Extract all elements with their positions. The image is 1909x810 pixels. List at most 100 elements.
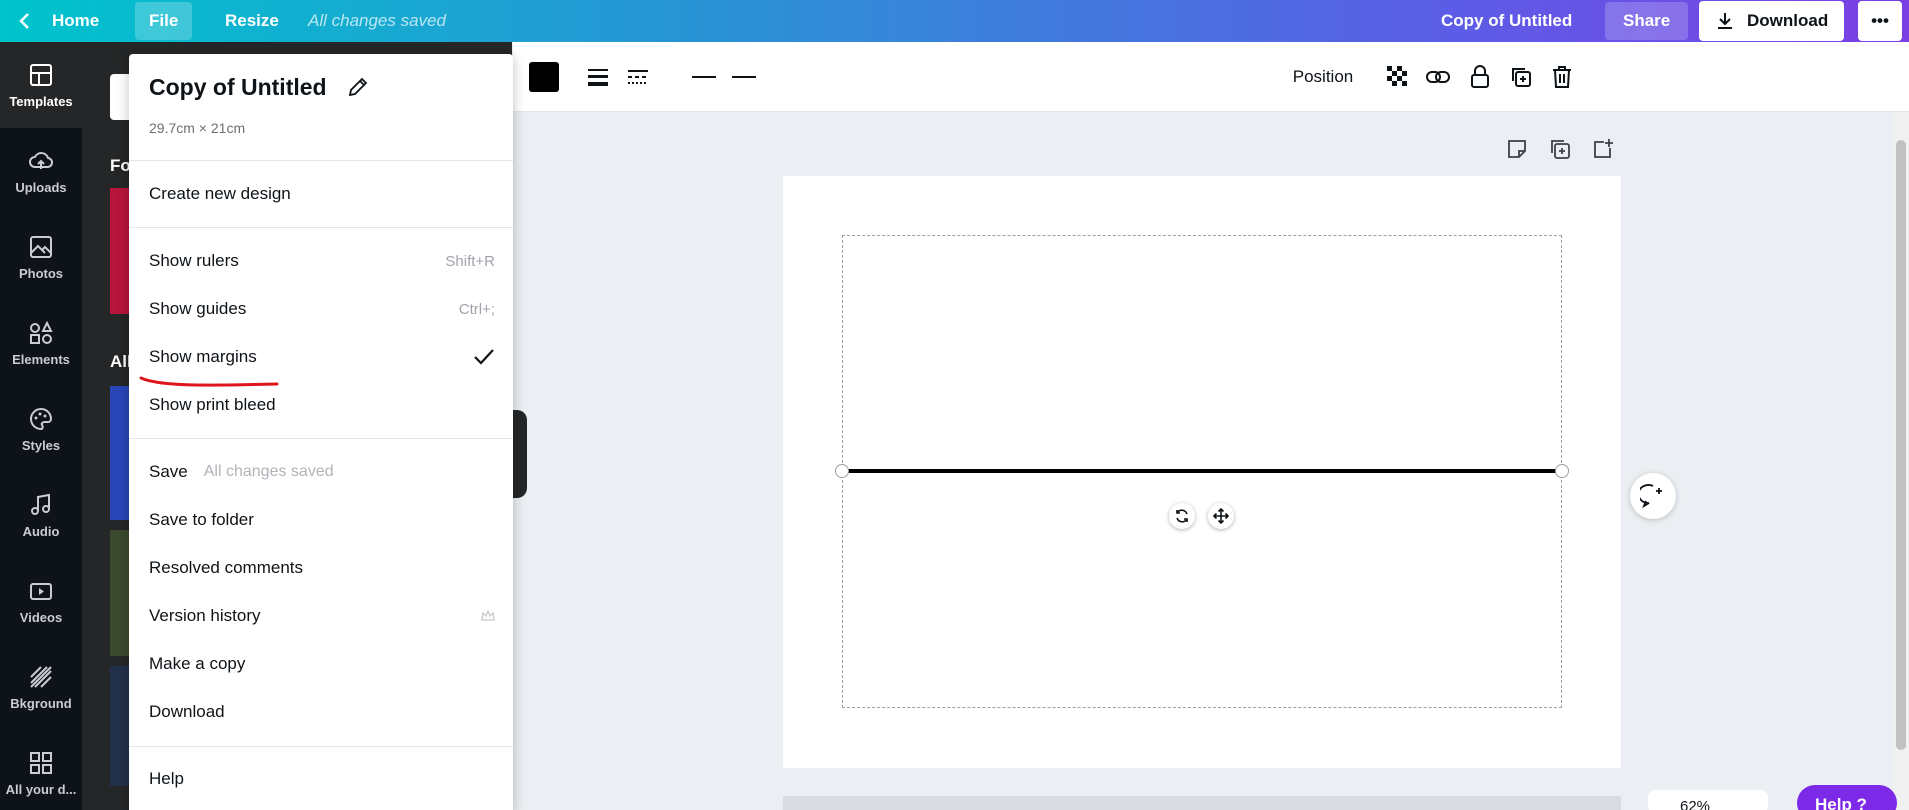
rail-label: Videos <box>19 609 63 625</box>
line-style-button[interactable] <box>623 42 653 112</box>
rail-item-templates[interactable]: Templates <box>0 42 82 128</box>
move-icon <box>1213 508 1229 524</box>
save-to-folder-item[interactable]: Save to folder <box>149 500 495 540</box>
rail-item-styles[interactable]: Styles <box>0 386 82 472</box>
show-margins-item[interactable]: Show margins <box>149 337 495 377</box>
home-button[interactable]: Home <box>18 0 99 42</box>
save-item[interactable]: Save All changes saved <box>149 452 495 492</box>
download-icon <box>1718 13 1732 29</box>
rail-item-videos[interactable]: Videos <box>0 558 82 644</box>
line-end-icon <box>732 76 756 78</box>
palette-icon <box>30 407 53 430</box>
show-guides-item[interactable]: Show guides Ctrl+; <box>149 289 495 329</box>
show-rulers-item[interactable]: Show rulers Shift+R <box>149 241 495 281</box>
rail-label: Templates <box>9 93 73 109</box>
chevron-left-icon <box>19 13 29 29</box>
menu-item-label: Create new design <box>149 184 291 203</box>
line-end-button[interactable] <box>729 42 759 112</box>
help-item[interactable]: Help <box>149 759 495 799</box>
line-start-icon <box>692 76 716 78</box>
show-print-bleed-item[interactable]: Show print bleed <box>149 385 495 425</box>
line-start-button[interactable] <box>689 42 719 112</box>
panel-heading: Fo <box>110 156 131 175</box>
menu-item-label: Show guides <box>149 299 247 318</box>
resize-button[interactable]: Resize <box>225 0 279 42</box>
trash-icon <box>1553 66 1571 88</box>
download-item[interactable]: Download <box>149 692 495 732</box>
properties-toolbar: Position <box>513 42 1909 112</box>
template-thumbnail[interactable] <box>110 530 130 656</box>
line-weight-button[interactable] <box>583 42 613 112</box>
download-label: Download <box>1747 11 1829 30</box>
add-page-button[interactable] <box>1592 138 1614 165</box>
grid-icon <box>30 751 52 774</box>
version-history-item[interactable]: Version history <box>149 596 495 636</box>
duplicate-button[interactable] <box>1506 42 1536 112</box>
line-element[interactable] <box>842 469 1562 473</box>
lock-button[interactable] <box>1465 42 1495 112</box>
template-thumbnail[interactable] <box>110 666 130 786</box>
doc-title[interactable]: Copy of Untitled <box>1441 0 1572 42</box>
menu-item-label: Show print bleed <box>149 395 276 414</box>
crown-icon <box>481 610 495 621</box>
transparency-button[interactable] <box>1383 42 1413 112</box>
template-thumbnail[interactable] <box>110 386 130 520</box>
duplicate-page-button[interactable] <box>1549 138 1571 165</box>
template-thumbnail[interactable] <box>110 188 130 314</box>
rail-item-elements[interactable]: Elements <box>0 300 82 386</box>
rotate-handle[interactable] <box>1169 503 1195 529</box>
background-icon <box>30 665 52 688</box>
vertical-scrollbar[interactable] <box>1893 112 1909 810</box>
page-strip <box>783 796 1621 810</box>
add-comment-button[interactable] <box>1630 473 1676 519</box>
position-button[interactable]: Position <box>1275 42 1371 112</box>
resolved-comments-item[interactable]: Resolved comments <box>149 548 495 588</box>
rail-label: Styles <box>21 437 61 453</box>
link-button[interactable] <box>1423 42 1453 112</box>
file-menu-dropdown: Copy of Untitled 29.7cm × 21cm Create ne… <box>129 54 513 810</box>
menu-item-label: Help <box>149 769 184 788</box>
more-options-button[interactable]: ••• <box>1858 1 1902 41</box>
line-start-handle[interactable] <box>835 464 849 478</box>
make-a-copy-item[interactable]: Make a copy <box>149 644 495 684</box>
download-button[interactable]: Download <box>1699 1 1845 41</box>
color-swatch-button[interactable] <box>527 42 561 112</box>
zoom-control[interactable]: 62% <box>1648 790 1768 810</box>
share-button[interactable]: Share <box>1605 2 1689 40</box>
divider <box>129 160 513 161</box>
create-new-design-item[interactable]: Create new design <box>149 174 495 214</box>
help-button[interactable]: Help ? <box>1797 785 1897 810</box>
save-hint: All changes saved <box>203 463 334 480</box>
rotate-icon <box>1176 509 1188 523</box>
design-title[interactable]: Copy of Untitled <box>149 74 369 101</box>
page-notes-button[interactable] <box>1506 138 1528 165</box>
video-icon <box>30 582 52 600</box>
rail-item-photos[interactable]: Photos <box>0 214 82 300</box>
rail-item-audio[interactable]: Audio <box>0 472 82 558</box>
menu-item-label: Resolved comments <box>149 558 304 577</box>
delete-button[interactable] <box>1547 42 1577 112</box>
scrollbar-thumb[interactable] <box>1896 140 1906 750</box>
rail-item-all-designs[interactable]: All your d... <box>0 730 82 810</box>
design-page[interactable] <box>783 176 1621 768</box>
menu-item-label: Show rulers <box>149 251 239 270</box>
note-icon <box>1508 140 1526 158</box>
link-icon <box>1426 71 1450 83</box>
collapse-panel-handle[interactable] <box>513 410 527 498</box>
image-icon <box>30 235 52 258</box>
rail-label: Photos <box>18 265 64 281</box>
rail-item-uploads[interactable]: Uploads <box>0 128 82 214</box>
home-label: Home <box>52 11 100 30</box>
shapes-icon <box>30 320 53 344</box>
file-menu-button[interactable]: File <box>135 2 193 40</box>
zoom-level: 62% <box>1680 798 1711 810</box>
rail-item-background[interactable]: Bkground <box>0 644 82 730</box>
pencil-icon[interactable] <box>347 76 369 98</box>
color-swatch <box>529 62 559 92</box>
comment-add-icon <box>1640 484 1662 508</box>
top-bar: Home File Resize All changes saved Copy … <box>0 0 1909 42</box>
move-handle[interactable] <box>1208 503 1234 529</box>
shortcut-label: Shift+R <box>445 252 495 270</box>
line-end-handle[interactable] <box>1555 464 1569 478</box>
upload-cloud-icon <box>29 151 54 169</box>
